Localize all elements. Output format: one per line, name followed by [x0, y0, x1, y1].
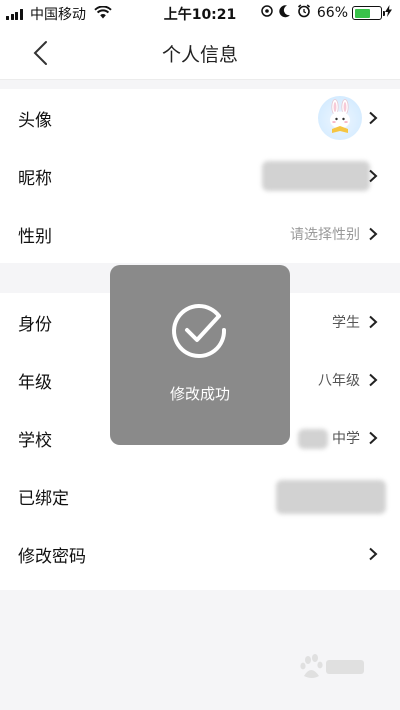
baidu-jingyan-watermark — [290, 652, 370, 694]
chevron-right-icon — [369, 547, 378, 561]
row-nickname[interactable]: 昵称 — [0, 147, 400, 205]
battery-icon — [352, 6, 385, 20]
chevron-right-icon — [369, 315, 378, 329]
row-label: 年级 — [18, 372, 52, 393]
row-avatar[interactable]: 头像 — [0, 89, 400, 147]
page-title: 个人信息 — [161, 44, 238, 66]
location-icon — [261, 4, 273, 22]
row-label: 学校 — [18, 430, 52, 451]
row-label: 身份 — [18, 314, 52, 335]
row-label: 昵称 — [18, 168, 52, 189]
row-gender[interactable]: 性别 请选择性别 — [0, 205, 400, 263]
redacted-nickname — [262, 161, 370, 191]
moon-icon — [279, 4, 291, 22]
row-change-password[interactable]: 修改密码 — [0, 525, 400, 583]
chevron-right-icon — [369, 111, 378, 125]
status-bar: 中国移动 上午10:21 66% — [0, 0, 400, 26]
gender-value: 请选择性别 — [290, 227, 360, 243]
identity-value: 学生 — [332, 315, 360, 331]
row-label: 已绑定 — [18, 488, 69, 509]
redacted-school — [298, 429, 328, 449]
charging-icon — [385, 5, 392, 21]
success-toast: 修改成功 — [110, 265, 290, 445]
chevron-right-icon — [369, 169, 378, 183]
school-value: 中学 — [332, 431, 360, 447]
alarm-icon — [297, 4, 311, 22]
avatar[interactable] — [318, 96, 362, 140]
grade-value: 八年级 — [318, 373, 360, 389]
status-right: 66% — [261, 4, 392, 22]
nav-bar: 个人信息 — [0, 26, 400, 80]
chevron-right-icon — [369, 227, 378, 241]
row-label: 修改密码 — [18, 546, 86, 567]
profile-basic-group: 头像 昵称 性别 请选择性别 — [0, 89, 400, 263]
check-circle-icon — [170, 300, 230, 364]
chevron-right-icon — [369, 373, 378, 387]
battery-percent: 66% — [316, 5, 348, 21]
toast-message: 修改成功 — [169, 385, 230, 403]
chevron-right-icon — [369, 431, 378, 445]
redacted-bound-account — [276, 480, 386, 514]
row-label: 头像 — [18, 110, 52, 131]
row-bound[interactable]: 已绑定 — [0, 467, 400, 525]
row-label: 性别 — [18, 226, 52, 247]
